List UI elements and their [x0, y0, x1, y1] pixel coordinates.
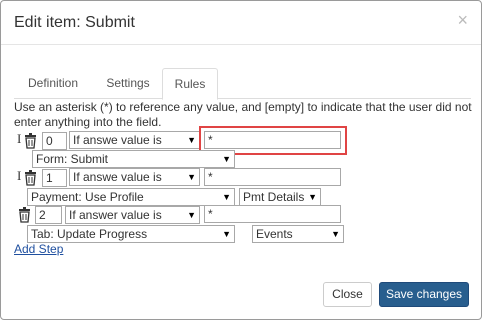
- step-number-field[interactable]: 1: [42, 169, 67, 187]
- value-input[interactable]: *: [204, 205, 341, 223]
- chevron-down-icon: ▼: [187, 135, 196, 145]
- step-number-field[interactable]: 2: [35, 206, 62, 224]
- save-changes-button[interactable]: Save changes: [379, 282, 469, 307]
- action-select-value: Payment: Use Profile: [31, 190, 144, 204]
- action-select[interactable]: Payment: Use Profile ▼: [27, 188, 235, 206]
- action-select[interactable]: Tab: Update Progress ▼: [27, 225, 235, 243]
- tab-bar: Definition Settings Rules: [14, 68, 471, 100]
- text-cursor-icon: I: [17, 168, 22, 183]
- trash-icon[interactable]: [24, 133, 37, 149]
- text-cursor-icon: I: [17, 131, 22, 146]
- chevron-down-icon: ▼: [222, 192, 231, 202]
- condition-select[interactable]: If answe value is ▼: [69, 168, 200, 186]
- chevron-down-icon: ▼: [187, 210, 196, 220]
- tab-rules[interactable]: Rules: [162, 68, 218, 100]
- close-button[interactable]: Close: [323, 282, 372, 307]
- chevron-down-icon: ▼: [308, 192, 317, 202]
- trash-icon[interactable]: [24, 170, 37, 186]
- condition-select-value: If answe value is: [73, 133, 162, 147]
- edit-item-dialog: Edit item: Submit × Definition Settings …: [0, 0, 482, 320]
- extra-select-value: Pmt Details: [243, 190, 305, 204]
- tab-settings[interactable]: Settings: [94, 68, 162, 97]
- condition-select[interactable]: If answer value is ▼: [65, 206, 200, 224]
- condition-select[interactable]: If answe value is ▼: [69, 131, 200, 149]
- value-input[interactable]: *: [204, 168, 341, 186]
- action-select[interactable]: Form: Submit ▼: [32, 150, 235, 168]
- tab-definition[interactable]: Definition: [14, 68, 92, 97]
- condition-select-value: If answe value is: [73, 170, 162, 184]
- extra-select[interactable]: Events ▼: [252, 225, 344, 243]
- chevron-down-icon: ▼: [222, 154, 231, 164]
- action-select-value: Tab: Update Progress: [31, 227, 148, 241]
- dialog-title: Edit item: Submit: [14, 14, 135, 31]
- chevron-down-icon: ▼: [222, 229, 231, 239]
- close-icon[interactable]: ×: [457, 11, 468, 29]
- step-number-field[interactable]: 0: [42, 132, 67, 150]
- condition-select-value: If answer value is: [69, 208, 162, 222]
- chevron-down-icon: ▼: [331, 229, 340, 239]
- chevron-down-icon: ▼: [187, 172, 196, 182]
- trash-icon[interactable]: [18, 207, 31, 223]
- extra-select[interactable]: Pmt Details ▼: [239, 188, 321, 206]
- add-step-link[interactable]: Add Step: [14, 242, 63, 256]
- dialog-header: Edit item: Submit ×: [1, 1, 481, 45]
- action-select-value: Form: Submit: [36, 152, 109, 166]
- extra-select-value: Events: [256, 227, 293, 241]
